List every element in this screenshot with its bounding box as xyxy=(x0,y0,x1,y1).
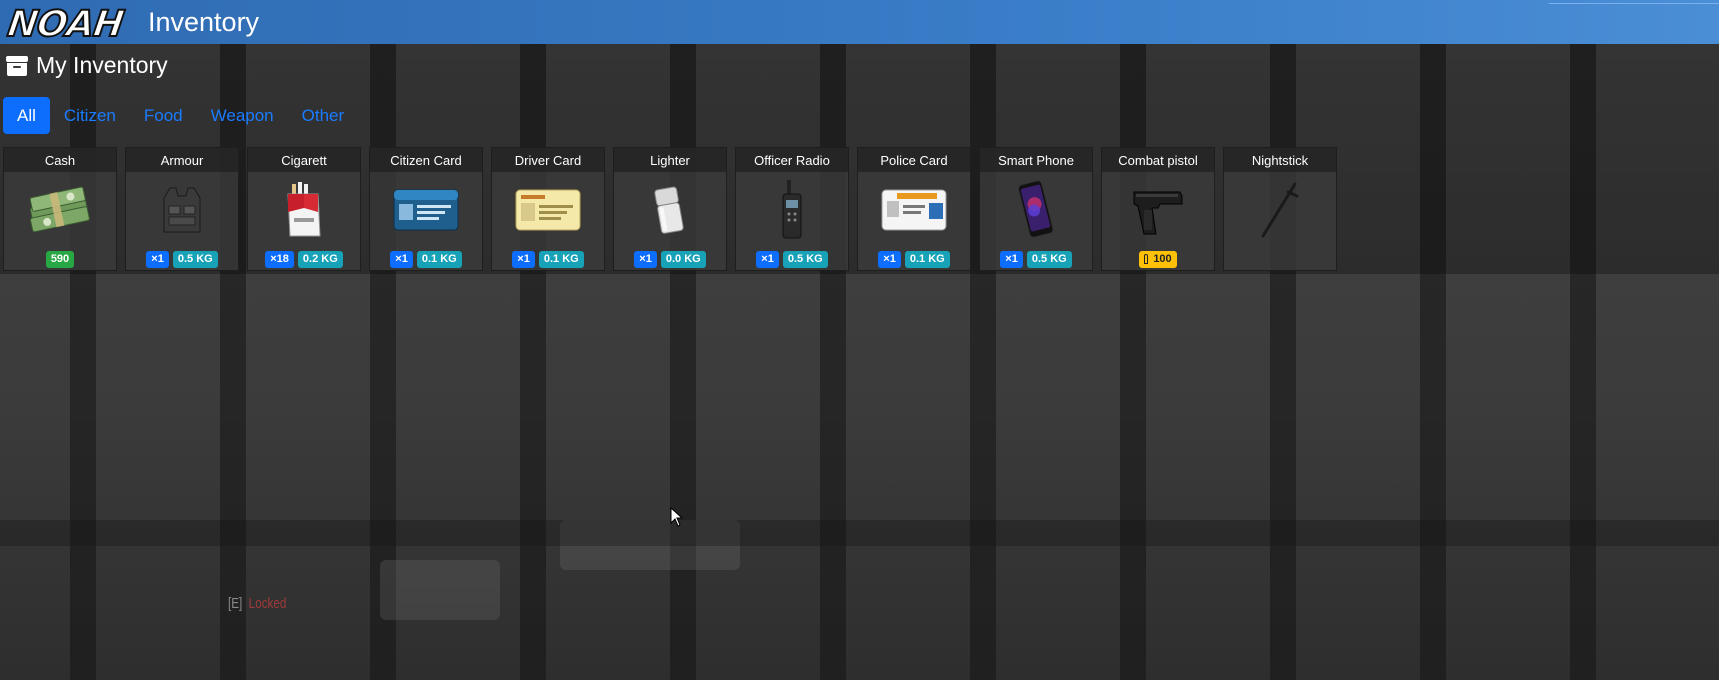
item-badges: ×1 0.5 KG xyxy=(126,249,238,269)
category-tabs: All Citizen Food Weapon Other xyxy=(3,97,358,134)
weight-badge: 0.0 KG xyxy=(660,250,706,268)
item-name: Nightstick xyxy=(1224,148,1336,172)
ammo-badge: 100 xyxy=(1139,250,1177,268)
item-card-lighter[interactable]: Lighter ×1 0.0 KG xyxy=(613,147,727,271)
smartphone-icon xyxy=(980,172,1092,248)
quantity-badge: ×1 xyxy=(634,250,657,268)
citizen-card-icon xyxy=(370,172,482,248)
item-name: Cigarett xyxy=(248,148,360,172)
item-card-police-card[interactable]: Police Card ×1 0.1 KG xyxy=(857,147,971,271)
header-bar: NOAH Inventory xyxy=(0,0,1719,44)
item-card-driver-card[interactable]: Driver Card ×1 0.1 KG xyxy=(491,147,605,271)
item-name: Citizen Card xyxy=(370,148,482,172)
prompt-key: [E] xyxy=(228,595,243,612)
quantity-badge: ×18 xyxy=(265,250,294,268)
logo-text: NOAH xyxy=(4,3,126,45)
quantity-badge: ×1 xyxy=(390,250,413,268)
app-title: Inventory xyxy=(148,6,260,37)
archive-box-icon xyxy=(6,55,28,76)
item-name: Driver Card xyxy=(492,148,604,172)
quantity-badge: ×1 xyxy=(756,250,779,268)
radio-icon xyxy=(736,172,848,248)
tab-other[interactable]: Other xyxy=(288,97,359,134)
item-card-nightstick[interactable]: Nightstick xyxy=(1223,147,1337,271)
prompt-state: Locked xyxy=(248,595,287,612)
cigarette-pack-icon xyxy=(248,172,360,248)
item-badges: ×1 0.1 KG xyxy=(492,249,604,269)
weight-badge: 0.5 KG xyxy=(172,250,218,268)
tab-food[interactable]: Food xyxy=(130,97,197,134)
item-name: Combat pistol xyxy=(1102,148,1214,172)
item-badges: ×1 0.5 KG xyxy=(980,249,1092,269)
armour-vest-icon xyxy=(126,172,238,248)
pistol-icon xyxy=(1102,172,1214,248)
driver-card-icon xyxy=(492,172,604,248)
bullet-icon xyxy=(1144,254,1149,264)
item-card-armour[interactable]: Armour ×1 0.5 KG xyxy=(125,147,239,271)
weight-badge: 0.1 KG xyxy=(538,250,584,268)
item-badges: 100 xyxy=(1102,249,1214,269)
background-shape xyxy=(380,560,500,620)
item-badges: 590 xyxy=(4,249,116,269)
ammo-count: 100 xyxy=(1153,253,1172,265)
item-card-combat-pistol[interactable]: Combat pistol 100 xyxy=(1101,147,1215,271)
item-card-officer-radio[interactable]: Officer Radio ×1 0.5 KG xyxy=(735,147,849,271)
section-title: My Inventory xyxy=(36,52,168,78)
cash-amount-badge: 590 xyxy=(45,250,75,268)
item-card-cash[interactable]: Cash 590 xyxy=(3,147,117,271)
background-shape xyxy=(560,520,740,570)
item-badges: ×1 0.1 KG xyxy=(858,249,970,269)
item-name: Cash xyxy=(4,148,116,172)
item-badges: ×18 0.2 KG xyxy=(248,249,360,269)
item-name: Armour xyxy=(126,148,238,172)
nightstick-icon xyxy=(1224,172,1336,248)
item-name: Smart Phone xyxy=(980,148,1092,172)
cash-stack-icon xyxy=(4,172,116,248)
weight-badge: 0.1 KG xyxy=(904,250,950,268)
tab-citizen[interactable]: Citizen xyxy=(50,97,130,134)
police-card-icon xyxy=(858,172,970,248)
noah-logo: NOAH xyxy=(0,0,130,45)
interaction-prompt: [E] Locked xyxy=(228,595,286,612)
item-badges: ×1 0.1 KG xyxy=(370,249,482,269)
lighter-icon xyxy=(614,172,726,248)
tab-weapon[interactable]: Weapon xyxy=(197,97,288,134)
item-name: Officer Radio xyxy=(736,148,848,172)
item-name: Police Card xyxy=(858,148,970,172)
quantity-badge: ×1 xyxy=(146,250,169,268)
tab-all[interactable]: All xyxy=(3,97,50,134)
item-card-citizen-card[interactable]: Citizen Card ×1 0.1 KG xyxy=(369,147,483,271)
inventory-grid: Cash 590 Armour ×1 0.5 KG Cigarett ×18 0… xyxy=(3,147,1337,271)
item-badges: ×1 0.0 KG xyxy=(614,249,726,269)
item-card-smart-phone[interactable]: Smart Phone ×1 0.5 KG xyxy=(979,147,1093,271)
item-name: Lighter xyxy=(614,148,726,172)
weight-badge: 0.5 KG xyxy=(1026,250,1072,268)
mouse-cursor-icon xyxy=(670,506,684,531)
game-background: NOAH Inventory My Inventory All Citizen … xyxy=(0,0,1719,680)
weight-badge: 0.1 KG xyxy=(416,250,462,268)
weight-badge: 0.5 KG xyxy=(782,250,828,268)
item-badges: ×1 0.5 KG xyxy=(736,249,848,269)
quantity-badge: ×1 xyxy=(512,250,535,268)
header-accent-line xyxy=(1549,0,1719,4)
section-heading: My Inventory xyxy=(6,52,168,79)
quantity-badge: ×1 xyxy=(1000,250,1023,268)
quantity-badge: ×1 xyxy=(878,250,901,268)
item-card-cigarett[interactable]: Cigarett ×18 0.2 KG xyxy=(247,147,361,271)
weight-badge: 0.2 KG xyxy=(297,250,343,268)
